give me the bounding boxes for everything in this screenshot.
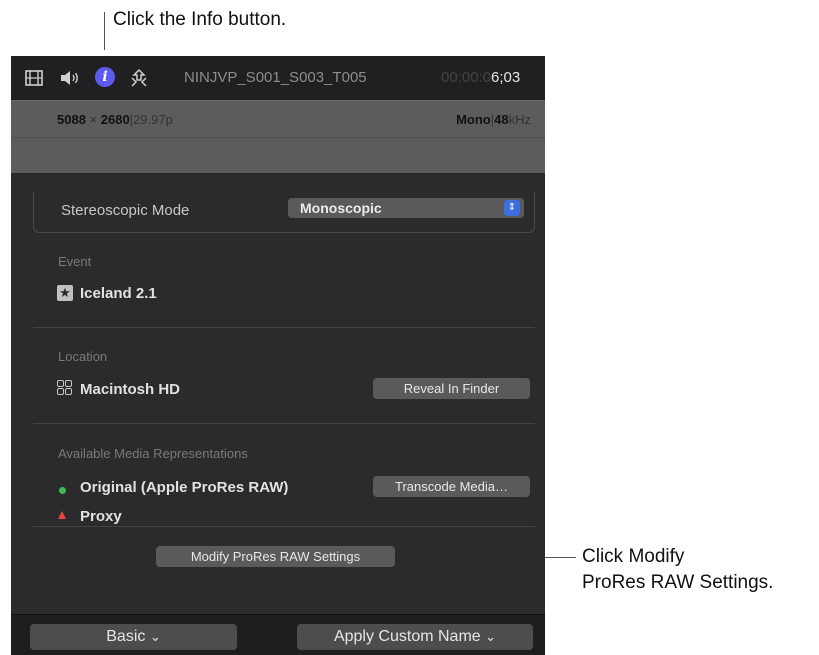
- resolution-x: ×: [85, 112, 101, 127]
- resolution-width: 5088: [57, 112, 86, 127]
- modify-prores-raw-settings-button[interactable]: Modify ProRes RAW Settings: [156, 546, 395, 567]
- resolution-height: 2680: [100, 112, 130, 127]
- reveal-in-finder-button[interactable]: Reveal In Finder: [373, 378, 530, 399]
- available-status-icon: [59, 487, 66, 494]
- up-down-chevron-icon[interactable]: ⇕: [504, 200, 520, 216]
- stereoscopic-mode-select[interactable]: Monoscopic ⇕: [288, 198, 524, 218]
- video-format: 5088 × 2680|29.97p: [57, 112, 173, 127]
- drive-icon: [57, 380, 73, 396]
- apply-custom-name-label: Apply Custom Name: [333, 628, 481, 645]
- info-icon[interactable]: i: [95, 67, 115, 87]
- divider: [33, 423, 535, 424]
- timecode-leading: 00:00:0: [441, 69, 492, 86]
- timecode: 00:00:06;03: [441, 69, 520, 86]
- metadata-row: 5088 × 2680|29.97p Mono|48kHz: [11, 101, 545, 138]
- modify-callout-line2: ProRes RAW Settings.: [582, 572, 774, 593]
- divider: [33, 526, 535, 527]
- representations-heading: Available Media Representations: [58, 446, 248, 461]
- clip-metadata-header: 5088 × 2680|29.97p Mono|48kHz: [11, 100, 545, 173]
- proxy-media: Proxy: [80, 508, 122, 525]
- missing-status-icon: [58, 511, 66, 519]
- location-heading: Location: [58, 349, 108, 364]
- inspector-toolbar: i NINJVP_S001_S003_T005 00:00:06;03: [11, 56, 545, 100]
- audio-channels: Mono: [456, 112, 491, 127]
- basic-label: Basic: [106, 628, 146, 645]
- film-icon[interactable]: [25, 67, 43, 89]
- location-name: Macintosh HD: [80, 381, 181, 398]
- frame-rate: 29.97p: [133, 112, 173, 127]
- stereoscopic-mode-label: Stereoscopic Mode: [61, 202, 190, 219]
- event-name: Iceland 2.1: [80, 285, 157, 302]
- original-media: Original (Apple ProRes RAW): [80, 479, 289, 496]
- modify-callout-line1: Click Modify: [582, 546, 685, 567]
- stereoscopic-mode-value: Monoscopic: [300, 200, 382, 216]
- star-icon: ★: [57, 285, 73, 301]
- share-icon[interactable]: [129, 67, 149, 89]
- event-heading: Event: [58, 254, 92, 269]
- transcode-media-button[interactable]: Transcode Media…: [373, 476, 530, 497]
- info-callout: Click the Info button.: [113, 9, 287, 30]
- clip-name: NINJVP_S001_S003_T005: [184, 69, 367, 86]
- chevron-down-icon: ⌄: [149, 629, 161, 644]
- inspector-panel: i NINJVP_S001_S003_T005 00:00:06;03 5088…: [11, 56, 545, 655]
- inspector-bottom-bar: Basic ⌄ Apply Custom Name ⌄: [11, 614, 545, 655]
- divider: [33, 327, 535, 328]
- chevron-down-icon: ⌄: [485, 629, 497, 644]
- basic-metadata-view-button[interactable]: Basic ⌄: [30, 624, 237, 650]
- sample-rate: 48: [494, 112, 509, 127]
- speaker-icon[interactable]: [59, 67, 81, 89]
- timecode-value: 6;03: [491, 69, 521, 86]
- sample-rate-unit: kHz: [508, 112, 531, 127]
- apply-custom-name-button[interactable]: Apply Custom Name ⌄: [297, 624, 533, 650]
- info-callout-leader: [104, 12, 105, 50]
- audio-format: Mono|48kHz: [456, 112, 531, 127]
